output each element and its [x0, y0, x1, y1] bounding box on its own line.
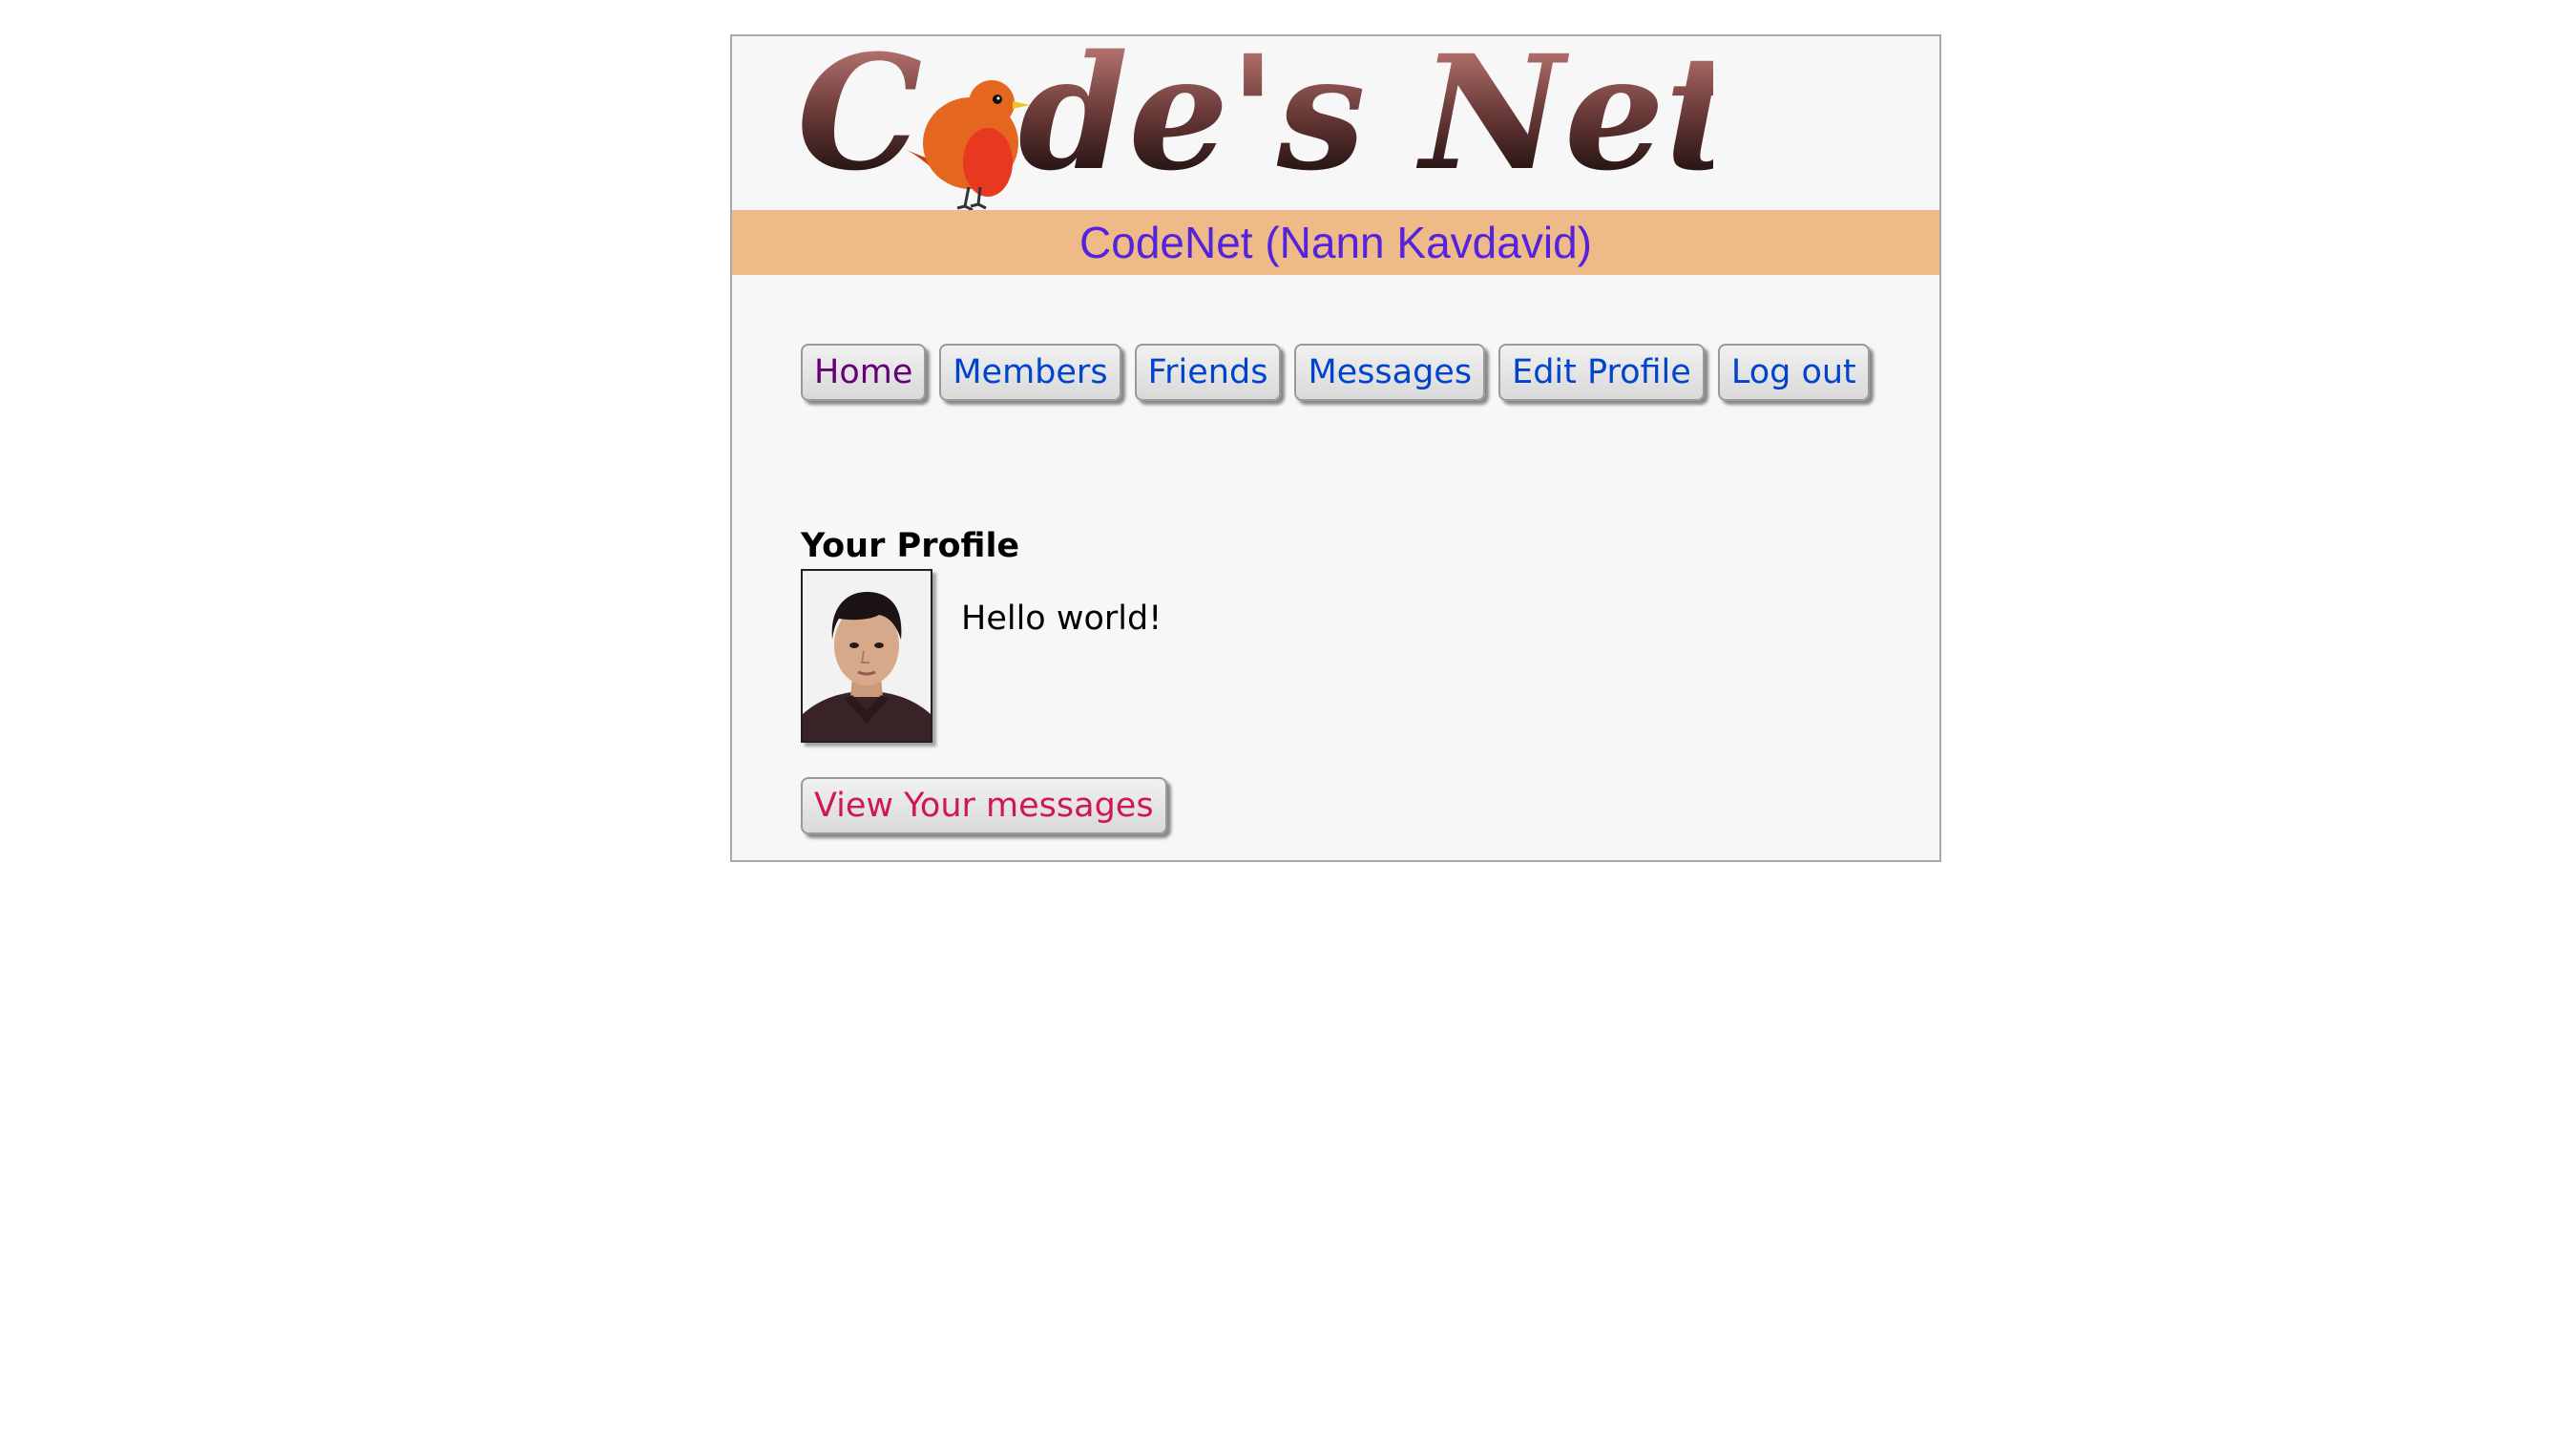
- profile-heading: Your Profile: [801, 527, 1020, 565]
- main-nav: Home Members Friends Messages Edit Profi…: [801, 344, 1870, 401]
- site-title: CodeNet (Nann Kavdavid): [732, 210, 1939, 275]
- nav-friends-button[interactable]: Friends: [1134, 344, 1282, 401]
- logo-area: C de's Net: [732, 36, 1939, 210]
- nav-messages-button[interactable]: Messages: [1294, 344, 1486, 401]
- profile-bio: Hello world!: [961, 600, 1162, 638]
- nav-log-out-button[interactable]: Log out: [1717, 344, 1870, 401]
- nav-edit-profile-button[interactable]: Edit Profile: [1498, 344, 1705, 401]
- nav-home-button[interactable]: Home: [801, 344, 927, 401]
- person-avatar-icon: [803, 571, 931, 741]
- profile-photo: [801, 569, 932, 743]
- site-logo[interactable]: C de's Net: [797, 36, 1713, 210]
- logo-text-c: C: [797, 36, 922, 205]
- logo-text-rest: de's Net: [1018, 36, 1713, 205]
- page-container: C de's Net CodeNet (Nann Kavdavid) Home …: [730, 34, 1941, 862]
- view-messages-button[interactable]: View Your messages: [801, 777, 1167, 834]
- robin-bird-icon: [904, 80, 1030, 210]
- nav-members-button[interactable]: Members: [939, 344, 1121, 401]
